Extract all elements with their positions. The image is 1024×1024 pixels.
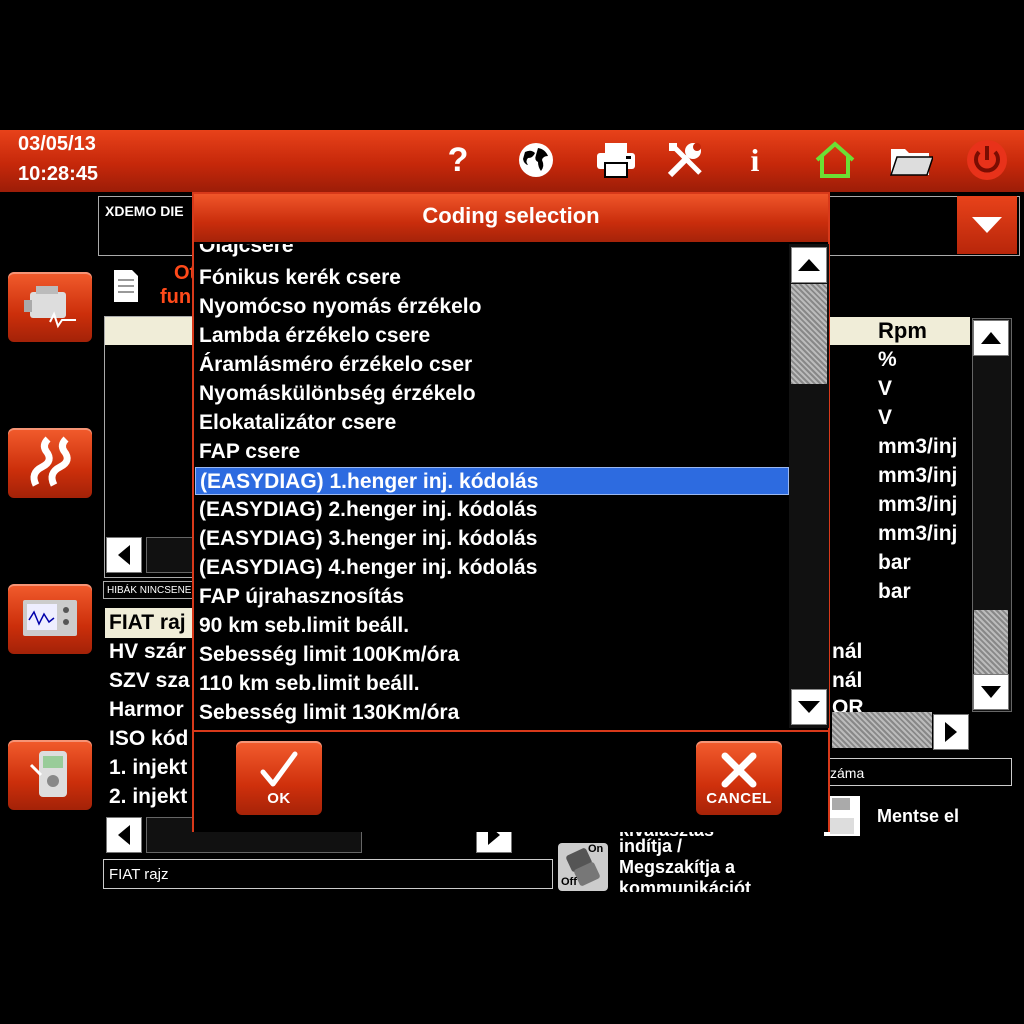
chevron-down-icon bbox=[972, 217, 1002, 233]
cancel-button[interactable]: CANCEL bbox=[696, 741, 782, 815]
oscilloscope-icon bbox=[23, 600, 77, 636]
on-label: On bbox=[588, 843, 604, 855]
home-icon[interactable] bbox=[812, 140, 858, 180]
list-scroll-up-button[interactable] bbox=[791, 247, 827, 283]
vehicle-dropdown-button[interactable] bbox=[957, 196, 1017, 254]
list-item[interactable]: Sebesség limit 100Km/óra bbox=[195, 641, 789, 669]
params-scroll-up-button[interactable] bbox=[973, 320, 1009, 356]
drawing-field[interactable]: FIAT rajz bbox=[103, 859, 553, 889]
list-scrollbar[interactable] bbox=[789, 244, 829, 728]
list-item[interactable]: (EASYDIAG) 2.henger inj. kódolás bbox=[195, 496, 789, 524]
folder-icon[interactable] bbox=[888, 140, 934, 180]
engine-icon bbox=[24, 286, 76, 329]
road-test-button[interactable] bbox=[8, 428, 92, 498]
info-row: Harmor bbox=[109, 698, 184, 721]
info-row: SZV sza bbox=[109, 669, 190, 692]
list-scroll-down-button[interactable] bbox=[791, 689, 827, 725]
params-header-left bbox=[105, 317, 197, 345]
arrow-down-icon bbox=[981, 686, 1001, 698]
list-item[interactable]: (EASYDIAG) 3.henger inj. kódolás bbox=[195, 525, 789, 553]
unit-value: mm3/inj bbox=[878, 435, 958, 458]
engine-diagnostics-button[interactable] bbox=[8, 272, 92, 342]
arrow-left-icon bbox=[118, 545, 130, 565]
params-scroll-left-button[interactable] bbox=[106, 537, 142, 573]
print-icon[interactable] bbox=[594, 140, 638, 180]
info-row: 2. injekt bbox=[109, 785, 188, 808]
value-field[interactable]: záma bbox=[826, 758, 1012, 786]
arrow-right-icon bbox=[945, 722, 957, 742]
arrow-left-icon bbox=[118, 825, 130, 845]
unit-value: mm3/inj bbox=[878, 493, 958, 516]
info-row: FIAT raj bbox=[109, 611, 186, 634]
date-display: 03/05/13 bbox=[18, 133, 96, 155]
list-item[interactable]: FAP csere bbox=[195, 438, 789, 466]
comm-text-line2: Megszakítja a bbox=[619, 857, 736, 877]
document-icon bbox=[112, 268, 140, 304]
unit-value: V bbox=[878, 377, 893, 400]
top-bar bbox=[0, 130, 1024, 192]
multimeter-icon bbox=[29, 751, 67, 797]
list-item[interactable]: 110 km seb.limit beáll. bbox=[195, 670, 789, 698]
list-item[interactable]: Sebesség limit 130Km/óra bbox=[195, 699, 789, 727]
info-row: 1. injekt bbox=[109, 756, 188, 779]
info-hscroll-thumb[interactable] bbox=[832, 712, 932, 748]
params-scroll-down-button[interactable] bbox=[973, 674, 1009, 710]
unit-value: V bbox=[878, 406, 893, 429]
info-scroll-right-button[interactable] bbox=[933, 714, 969, 750]
cancel-label: CANCEL bbox=[706, 789, 772, 807]
unit-value: mm3/inj bbox=[878, 522, 958, 545]
list-item[interactable]: FAP újrahasznosítás bbox=[195, 583, 789, 611]
close-icon bbox=[721, 752, 757, 787]
info-row: ISO kód bbox=[109, 727, 189, 750]
function-label-line2: fun bbox=[160, 286, 192, 308]
list-item[interactable]: Elokatalizátor csere bbox=[195, 409, 789, 437]
rpm-column-header: Rpm bbox=[878, 318, 927, 343]
list-item-selected[interactable]: (EASYDIAG) 1.henger inj. kódolás bbox=[195, 467, 789, 495]
arrow-up-icon bbox=[981, 332, 1001, 344]
comm-text-line1: indítja / bbox=[619, 836, 682, 856]
unit-value: % bbox=[878, 348, 897, 371]
info-row: HV szár bbox=[109, 640, 187, 663]
list-item[interactable]: Lambda érzékelo csere bbox=[195, 322, 789, 350]
list-item[interactable]: Olajcsere bbox=[195, 244, 789, 260]
params-scroll-thumb[interactable] bbox=[974, 610, 1008, 674]
info-scroll-left-button[interactable] bbox=[106, 817, 142, 853]
list-item[interactable]: Nyomáskülönbség érzékelo bbox=[195, 380, 789, 408]
list-scroll-thumb[interactable] bbox=[791, 284, 827, 384]
comm-text-line3: kommunikációt bbox=[619, 878, 752, 892]
ok-label: OK bbox=[267, 789, 291, 807]
time-display: 10:28:45 bbox=[18, 163, 99, 185]
unit-value: bar bbox=[878, 580, 911, 603]
info-fragment: nál bbox=[832, 640, 863, 663]
help-icon[interactable]: ? bbox=[440, 140, 476, 180]
power-icon[interactable] bbox=[964, 140, 1010, 180]
list-item[interactable]: Nyomócso nyomás érzékelo bbox=[195, 293, 789, 321]
list-item[interactable]: Fónikus kerék csere bbox=[195, 264, 789, 292]
globe-icon[interactable] bbox=[515, 140, 557, 180]
multimeter-button[interactable] bbox=[8, 740, 92, 810]
coding-list[interactable]: Olajcsere Fónikus kerék csere Nyomócso n… bbox=[195, 244, 789, 728]
list-item[interactable]: Áramlásméro érzékelo cser bbox=[195, 351, 789, 379]
ok-button[interactable]: OK bbox=[236, 741, 322, 815]
road-icon bbox=[30, 436, 71, 487]
vehicle-label: XDEMO DIE bbox=[105, 203, 184, 219]
info-fragment: nál bbox=[832, 669, 863, 692]
errors-strip: HIBÁK NINCSENEK bbox=[103, 581, 195, 599]
list-item[interactable]: (EASYDIAG) 4.henger inj. kódolás bbox=[195, 554, 789, 582]
params-hscroll-track[interactable] bbox=[146, 537, 196, 573]
info-icon[interactable]: i bbox=[740, 140, 770, 180]
tools-icon[interactable] bbox=[665, 140, 705, 180]
list-item[interactable]: 90 km seb.limit beáll. bbox=[195, 612, 789, 640]
off-label: Off bbox=[561, 876, 577, 888]
dialog-title: Coding selection bbox=[422, 203, 600, 228]
arrow-up-icon bbox=[798, 259, 820, 271]
unit-value: mm3/inj bbox=[878, 464, 958, 487]
unit-value: bar bbox=[878, 551, 911, 574]
save-label[interactable]: Mentse el bbox=[877, 806, 959, 827]
arrow-down-icon bbox=[798, 701, 820, 713]
checkmark-icon bbox=[260, 751, 298, 786]
oscilloscope-button[interactable] bbox=[8, 584, 92, 654]
